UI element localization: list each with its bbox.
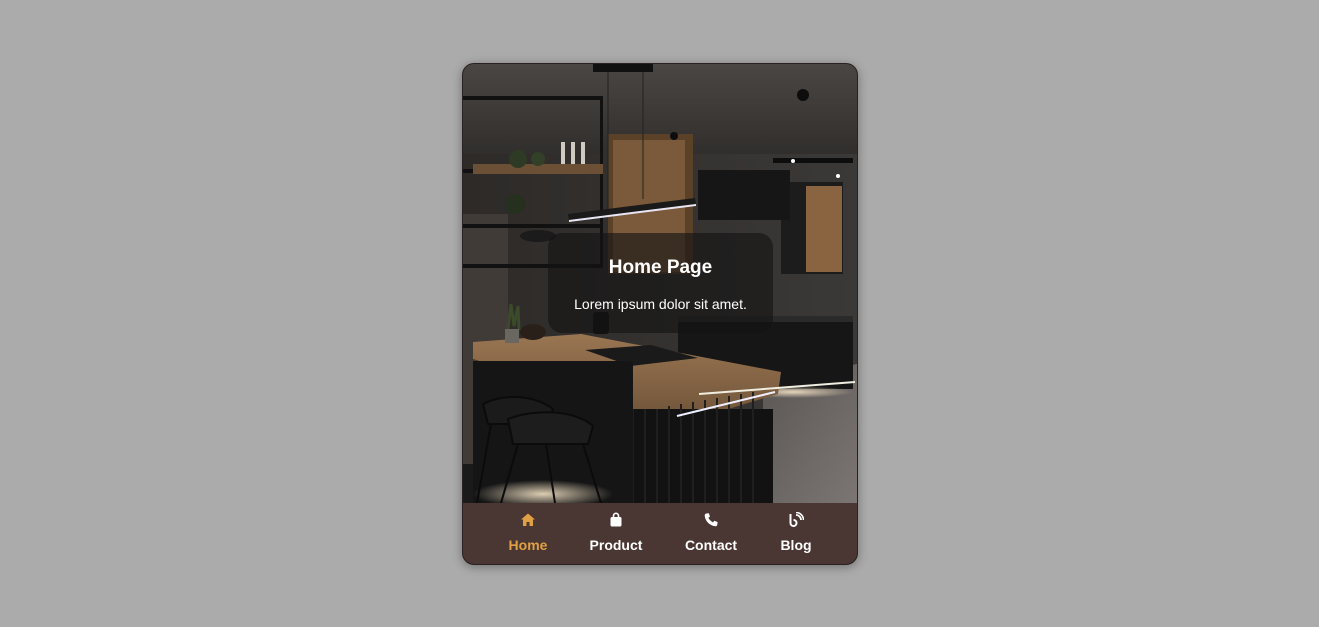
hero-text-panel: Home Page Lorem ipsum dolor sit amet. bbox=[548, 233, 773, 333]
nav-item-blog[interactable]: Blog bbox=[761, 503, 831, 564]
nav-label-blog: Blog bbox=[780, 537, 812, 553]
nav-label-contact: Contact bbox=[684, 537, 738, 553]
nav-item-home[interactable]: Home bbox=[493, 503, 563, 564]
nav-label-product: Product bbox=[589, 537, 643, 553]
nav-item-contact[interactable]: Contact bbox=[676, 503, 746, 564]
home-icon bbox=[520, 512, 536, 528]
shopping-bag-icon bbox=[608, 512, 624, 528]
mobile-card: Home Page Lorem ipsum dolor sit amet. Ho… bbox=[462, 63, 858, 565]
hero-subtitle: Lorem ipsum dolor sit amet. bbox=[574, 296, 747, 312]
page-title: Home Page bbox=[608, 257, 713, 278]
nav-item-product[interactable]: Product bbox=[581, 503, 651, 564]
nav-label-home: Home bbox=[508, 537, 548, 553]
blog-icon bbox=[788, 511, 805, 528]
bottom-navigation: Home Product Contact Blog bbox=[463, 503, 857, 564]
phone-icon bbox=[703, 512, 719, 528]
